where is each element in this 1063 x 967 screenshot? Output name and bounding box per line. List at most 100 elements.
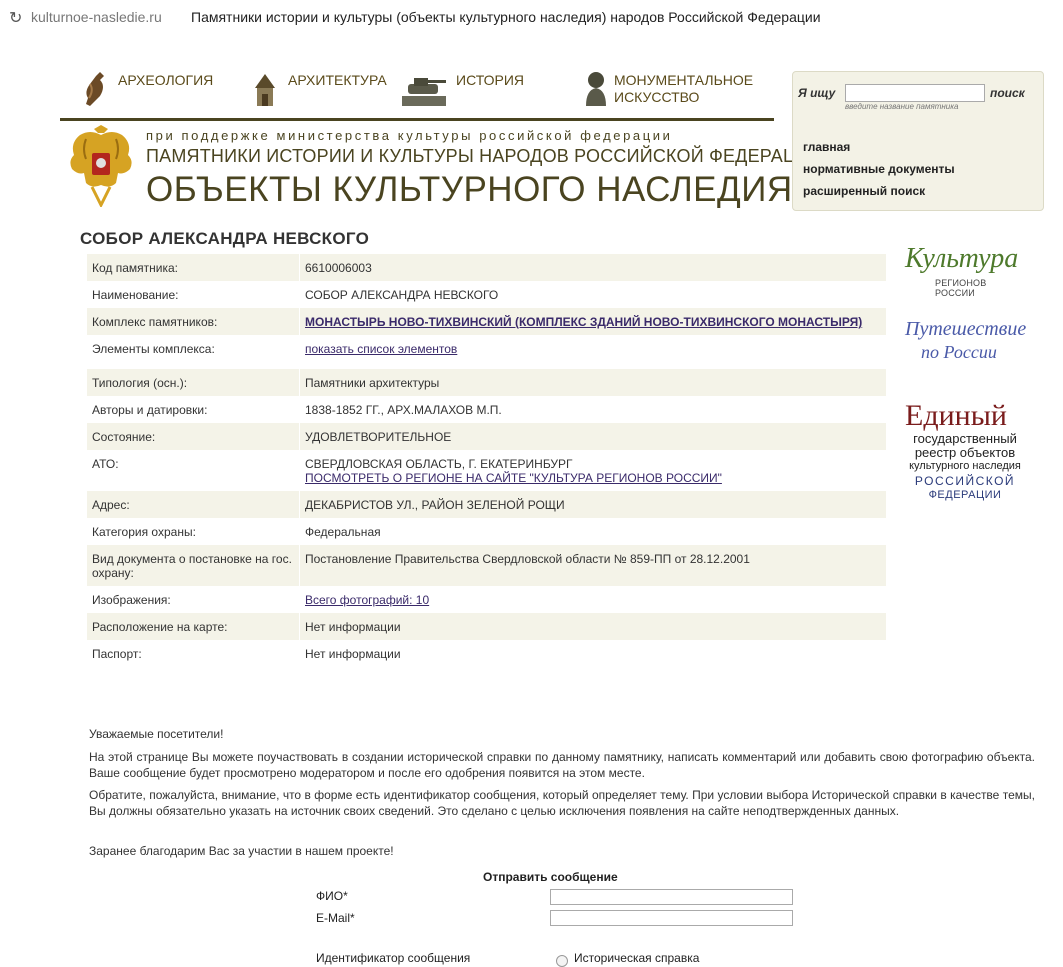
registry-logo-line: культурного наследия [909, 460, 1021, 472]
nav-monumental-art[interactable]: МОНУМЕНТАЛЬНОЕ ИСКУССТВО [582, 70, 754, 114]
region-culture-link[interactable]: ПОСМОТРЕТЬ О РЕГИОНЕ НА САЙТЕ "КУЛЬТУРА … [305, 471, 722, 485]
table-row: Расположение на карте: Нет информации [87, 613, 886, 640]
row-key: Адрес: [87, 491, 300, 518]
reload-icon[interactable]: ↻ [9, 8, 22, 28]
row-value: Всего фотографий: 10 [300, 586, 886, 613]
row-key: АТО: [87, 450, 300, 491]
row-value: Памятники архитектуры [300, 369, 886, 396]
row-value: Федеральная [305, 525, 381, 539]
row-key: Расположение на карте: [87, 613, 300, 640]
tower-icon [255, 74, 275, 106]
amphora-icon [86, 72, 104, 106]
photos-link[interactable]: Всего фотографий: 10 [305, 593, 429, 607]
row-value: УДОВЛЕТВОРИТЕЛЬНОЕ [300, 423, 886, 450]
table-row: Авторы и датировки: 1838-1852 ГГ., АРХ.М… [87, 396, 886, 423]
row-value: Нет информации [305, 647, 401, 661]
row-key: Авторы и датировки: [87, 396, 300, 423]
email-label: E-Mail* [316, 911, 355, 925]
coat-of-arms-logo[interactable] [64, 125, 138, 207]
browser-address-bar[interactable]: ↻ kulturnoe-nasledie.ru Памятники истори… [0, 0, 1063, 35]
history-radio-label: Историческая справка [574, 951, 700, 965]
link-normative-docs[interactable]: нормативные документы [803, 162, 955, 176]
row-key: Элементы комплекса: [87, 335, 300, 369]
ato-value: СВЕРДЛОВСКАЯ ОБЛАСТЬ, Г. ЕКАТЕРИНБУРГ [305, 457, 573, 471]
row-key: Комплекс памятников: [87, 308, 300, 335]
nav-label: МОНУМЕНТАЛЬНОЕ [614, 72, 754, 88]
kultura-regionov-logo[interactable]: Культура РЕГИОНОВ РОССИИ [905, 244, 1025, 300]
nav-label: АРХЕОЛОГИЯ [118, 72, 214, 88]
table-row: Изображения: Всего фотографий: 10 [87, 586, 886, 613]
show-elements-link[interactable]: показать список элементов [305, 342, 457, 356]
email-field[interactable] [550, 910, 793, 926]
bust-icon [586, 72, 606, 106]
header-support: при поддержке министерства культуры росс… [146, 128, 673, 143]
search-hint: введите название памятника [845, 102, 959, 111]
complex-link[interactable]: МОНАСТЫРЬ НОВО-ТИХВИНСКИЙ (КОМПЛЕКС ЗДАН… [305, 315, 862, 329]
table-row: Состояние: УДОВЛЕТВОРИТЕЛЬНОЕ [87, 423, 886, 450]
row-value: Постановление Правительства Свердловской… [300, 545, 886, 586]
search-input[interactable] [845, 84, 985, 102]
registry-logo-line: государственный [913, 431, 1017, 446]
search-button[interactable]: поиск [990, 86, 1025, 100]
row-key: Паспорт: [87, 640, 300, 667]
table-row: Элементы комплекса: показать список элем… [87, 335, 886, 369]
row-value: ДЕКАБРИСТОВ УЛ., РАЙОН ЗЕЛЕНОЙ РОЩИ [300, 491, 886, 518]
travel-russia-logo[interactable]: Путешествие по России [905, 318, 1027, 370]
nav-label: АРХИТЕКТУРА [288, 72, 387, 88]
registry-logo-line: реестр объектов [914, 445, 1016, 460]
row-value: 1838-1852 ГГ., АРХ.МАЛАХОВ М.П. [305, 403, 502, 417]
monument-info-table: Код памятника: 6610006003 Наименование: … [87, 254, 886, 667]
row-key: Наименование: [87, 281, 300, 308]
row-value: показать список элементов [300, 335, 886, 369]
row-value: СВЕРДЛОВСКАЯ ОБЛАСТЬ, Г. ЕКАТЕРИНБУРГ ПО… [300, 450, 886, 491]
kultura-logo-text: Культура [905, 243, 1019, 274]
travel-logo-text: Путешествие [905, 318, 1027, 340]
header-subtitle: ПАМЯТНИКИ ИСТОРИИ И КУЛЬТУРЫ НАРОДОВ РОС… [146, 146, 823, 166]
row-value: 6610006003 [300, 254, 886, 281]
page-title: СОБОР АЛЕКСАНДРА НЕВСКОГО [80, 229, 370, 248]
url-domain[interactable]: kulturnoe-nasledie.ru [31, 9, 162, 25]
table-row: Комплекс памятников: МОНАСТЫРЬ НОВО-ТИХВ… [87, 308, 886, 335]
row-value: Нет информации [300, 613, 886, 640]
history-radio[interactable] [556, 955, 568, 967]
row-key: Категория охраны: [87, 518, 300, 545]
nav-archaeology[interactable]: АРХЕОЛОГИЯ [80, 70, 230, 114]
message-id-label: Идентификатор сообщения [316, 951, 471, 965]
row-value: МОНАСТЫРЬ НОВО-ТИХВИНСКИЙ (КОМПЛЕКС ЗДАН… [300, 308, 886, 335]
search-panel: Я ищу поиск введите название памятника г… [792, 71, 1044, 211]
nav-label: ИСТОРИЯ [456, 72, 525, 88]
row-value: СОБОР АЛЕКСАНДРА НЕВСКОГО [305, 288, 499, 302]
link-home[interactable]: главная [803, 140, 850, 154]
url-page-title[interactable]: Памятники истории и культуры (объекты ку… [191, 9, 821, 25]
table-row: Вид документа о постановке на гос. охран… [87, 545, 886, 586]
notice-paragraph: Заранее благодарим Вас за участии в наше… [89, 844, 394, 858]
notice-paragraph: На этой странице Вы можете поучаствовать… [89, 750, 1035, 780]
table-row: Категория охраны: Федеральная [87, 518, 886, 545]
kultura-logo-sub: РЕГИОНОВ РОССИИ [935, 278, 987, 298]
table-row: Типология (осн.): Памятники архитектуры [87, 369, 886, 396]
row-key: Вид документа о постановке на гос. охран… [87, 545, 300, 586]
table-row: Паспорт: Нет информации [87, 640, 886, 667]
table-row: Наименование: СОБОР АЛЕКСАНДРА НЕВСКОГО [87, 281, 886, 308]
table-row: Код памятника: 6610006003 [87, 254, 886, 281]
nav-architecture[interactable]: АРХИТЕКТУРА [250, 70, 400, 114]
row-key: Код памятника: [87, 254, 300, 281]
registry-logo-title: Единый [905, 399, 1007, 432]
row-key: Состояние: [87, 423, 300, 450]
nav-label-2: ИСКУССТВО [614, 89, 700, 105]
search-label: Я ищу [798, 86, 836, 100]
notice-paragraph: Обратите, пожалуйста, внимание, что в фо… [89, 788, 1035, 818]
registry-logo-line: ФЕДЕРАЦИИ [928, 489, 1002, 501]
tank-monument-icon [402, 78, 446, 106]
fio-field[interactable] [550, 889, 793, 905]
header-title[interactable]: ОБЪЕКТЫ КУЛЬТУРНОГО НАСЛЕДИЯ [146, 170, 793, 210]
registry-logo-line: РОССИЙСКОЙ [914, 474, 1016, 488]
travel-logo-sub: по России [921, 342, 997, 362]
link-advanced-search[interactable]: расширенный поиск [803, 184, 925, 198]
table-row: АТО: СВЕРДЛОВСКАЯ ОБЛАСТЬ, Г. ЕКАТЕРИНБУ… [87, 450, 886, 491]
nav-history[interactable]: ИСТОРИЯ [398, 70, 548, 114]
nav-divider [60, 118, 774, 121]
unified-registry-logo[interactable]: Единый государственный реестр объектов к… [905, 400, 1025, 515]
top-band [0, 34, 1063, 58]
table-row: Адрес: ДЕКАБРИСТОВ УЛ., РАЙОН ЗЕЛЕНОЙ РО… [87, 491, 886, 518]
